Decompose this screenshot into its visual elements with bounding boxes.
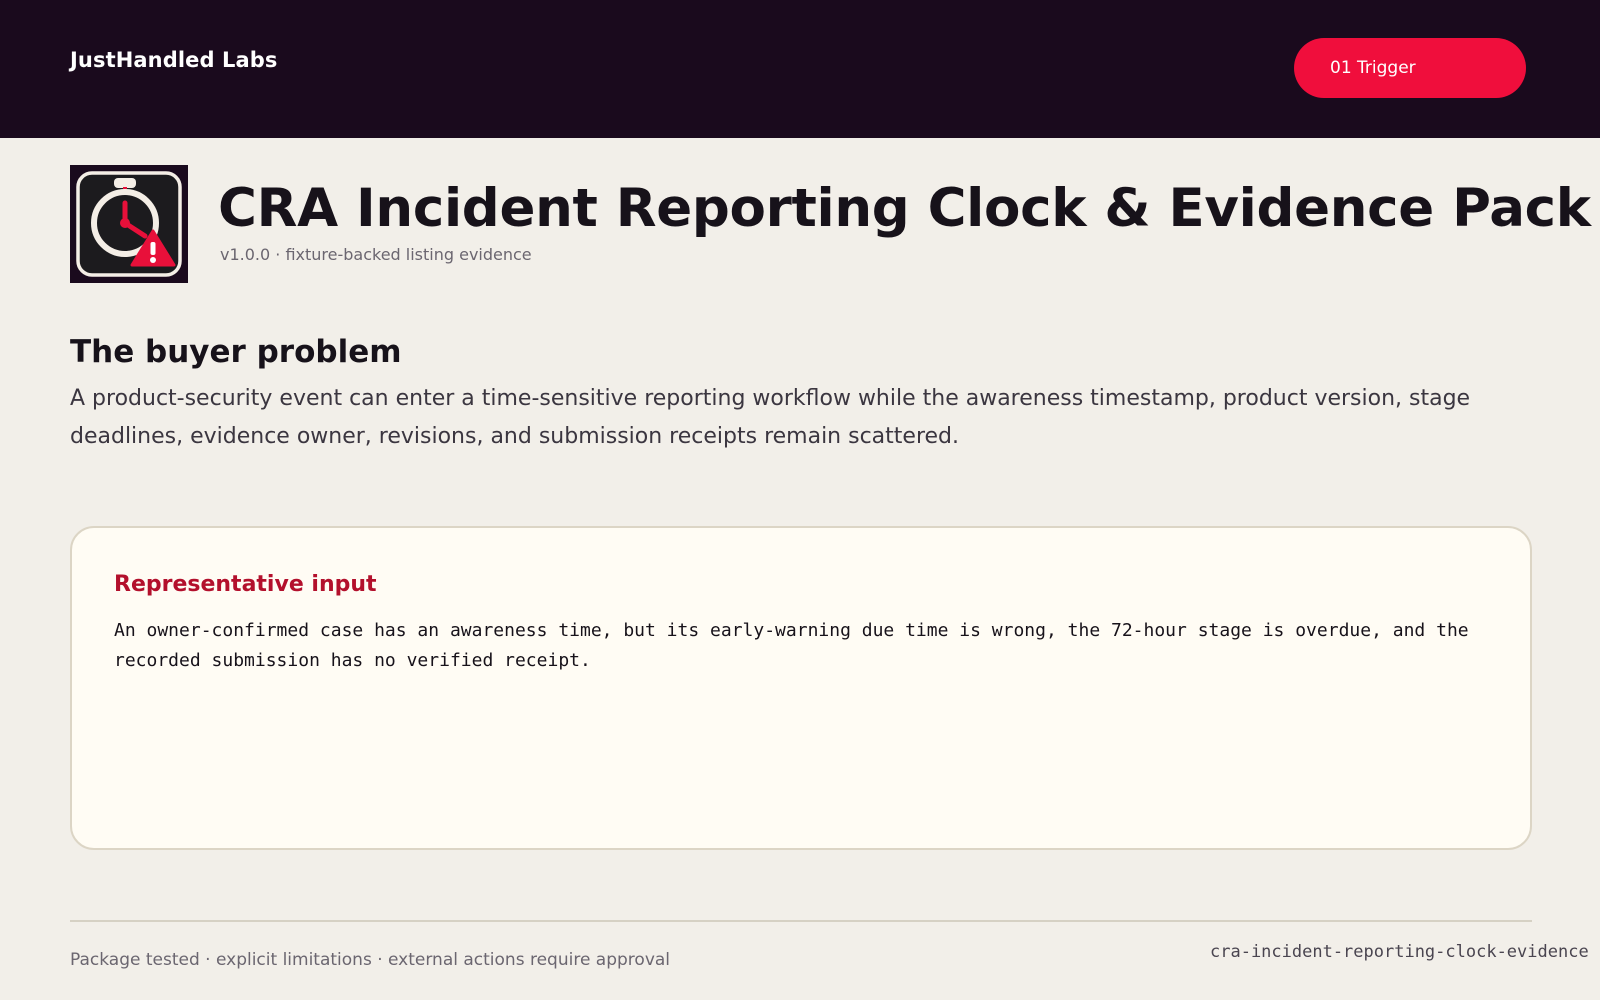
footer-divider	[70, 920, 1532, 922]
trigger-step-button[interactable]: 01 Trigger	[1294, 38, 1526, 98]
buyer-problem-text: A product-security event can enter a tim…	[70, 386, 1471, 449]
top-bar: JustHandled Labs 01 Trigger	[0, 0, 1600, 138]
footer-note: Package tested · explicit limitations · …	[70, 950, 671, 970]
representative-input-heading: Representative input	[114, 572, 377, 597]
representative-input-text: An owner-confirmed case has an awareness…	[114, 620, 1469, 671]
stopwatch-warning-icon	[70, 165, 188, 283]
package-slug: cra-incident-reporting-clock-evidence	[1210, 942, 1589, 962]
version-subtitle: v1.0.0 · fixture-backed listing evidence	[220, 245, 532, 264]
buyer-problem-heading: The buyer problem	[70, 334, 402, 370]
page-title: CRA Incident Reporting Clock & Evidence …	[218, 178, 1591, 239]
representative-input-card: Representative input An owner-confirmed …	[70, 526, 1532, 850]
brand-name: JustHandled Labs	[70, 48, 278, 72]
package-slug-container: cra-incident-reporting-clock-evidence	[1200, 942, 1600, 972]
